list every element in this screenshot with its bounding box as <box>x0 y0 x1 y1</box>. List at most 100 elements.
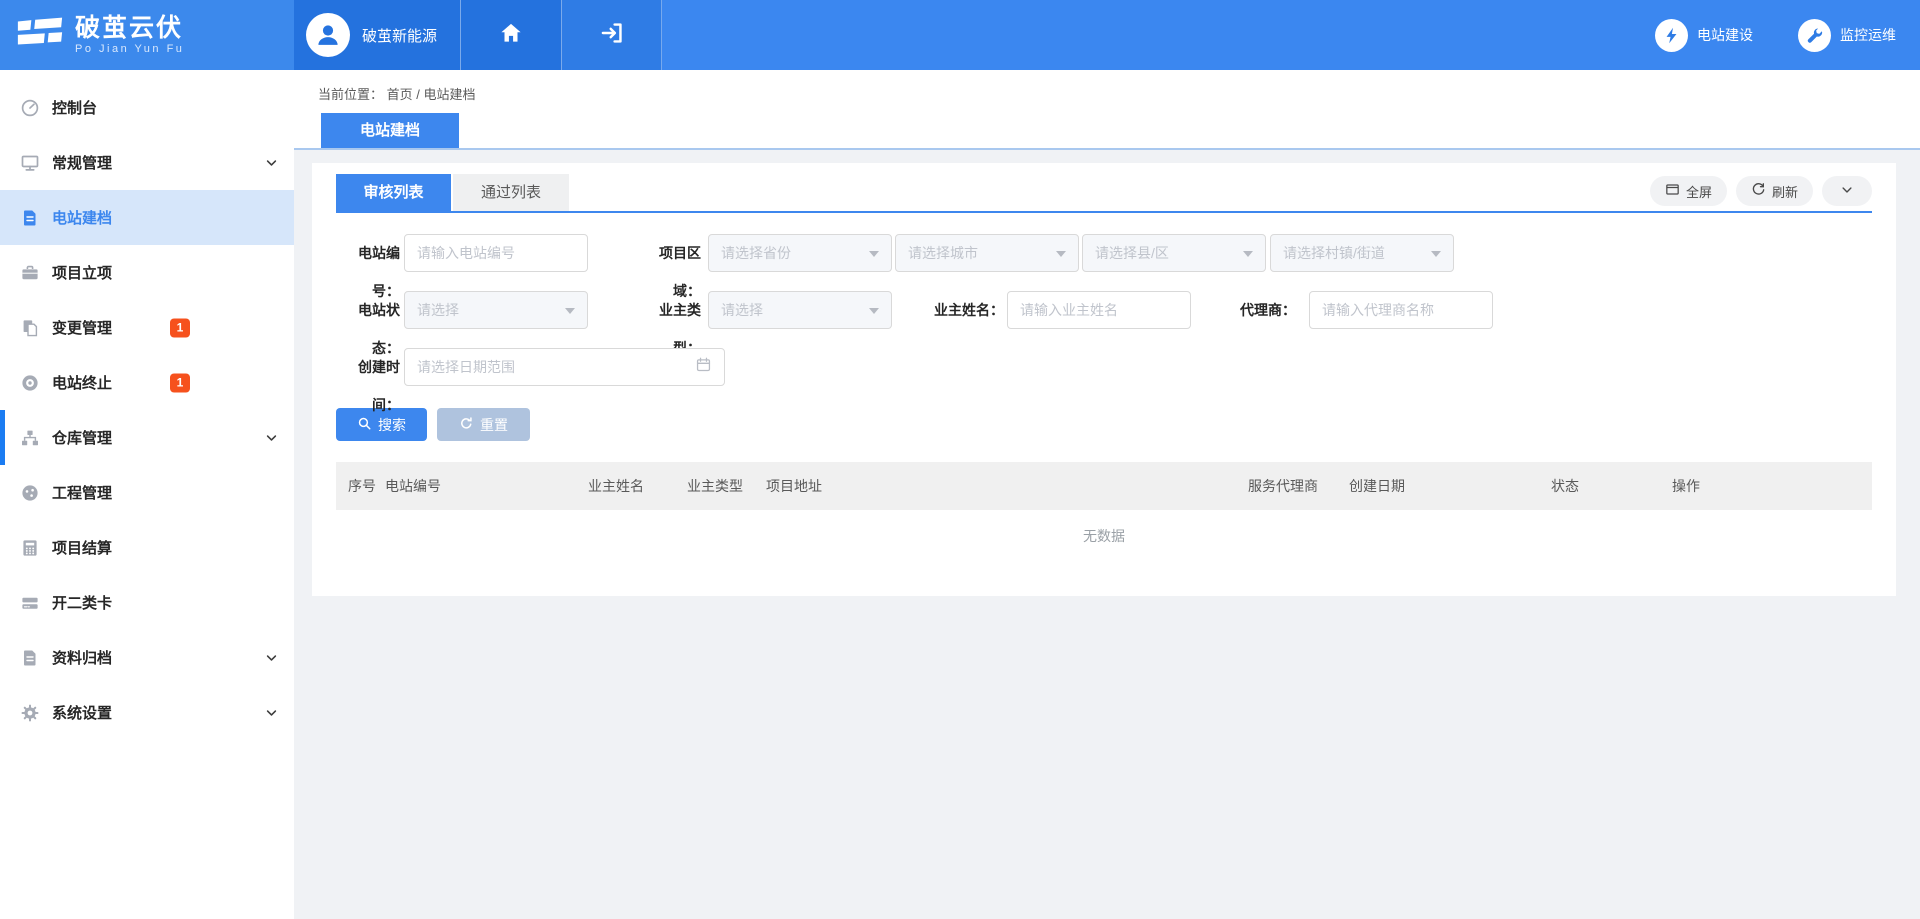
reset-button[interactable]: 重置 <box>437 408 530 441</box>
filter-row-2: 电站状态： 请选择 业主类型： 请选择 业主姓名： 代理商： <box>336 291 1872 329</box>
home-button[interactable] <box>460 0 562 70</box>
monitor-icon <box>20 153 40 173</box>
sidebar-item-station-termination[interactable]: 电站终止 1 <box>0 355 294 410</box>
filter-row-3: 创建时间： 请选择日期范围 <box>336 348 1872 386</box>
station-status-select[interactable]: 请选择 <box>404 291 588 329</box>
column-header-create-date: 创建日期 <box>1349 476 1551 496</box>
station-no-label: 电站编号： <box>336 234 400 272</box>
town-select[interactable]: 请选择村镇/街道 <box>1270 234 1454 272</box>
sidebar-item-system-settings[interactable]: 系统设置 <box>0 685 294 740</box>
page-header-strip: 当前位置： 首页 / 电站建档 电站建档 <box>294 70 1920 150</box>
logout-icon <box>599 20 625 51</box>
sidebar-item-station-archive[interactable]: 电站建档 <box>0 190 294 245</box>
sidebar-item-change-management[interactable]: 变更管理 1 <box>0 300 294 355</box>
company-name: 破茧新能源 <box>362 25 437 46</box>
owner-type-select[interactable]: 请选择 <box>708 291 892 329</box>
card-tabs-row: 审核列表 通过列表 全屏 <box>336 174 1872 213</box>
person-icon <box>313 20 343 50</box>
breadcrumb-prefix: 当前位置： <box>318 87 383 102</box>
caret-down-icon <box>565 308 575 314</box>
chevron-down-icon <box>265 156 278 169</box>
record-circle-icon <box>20 373 40 393</box>
chevron-down-icon <box>265 431 278 444</box>
table-header-row: 序号 电站编号 业主姓名 业主类型 项目地址 服务代理商 创建日期 状态 操作 <box>336 462 1872 510</box>
notification-badge: 1 <box>170 373 190 392</box>
owner-name-input[interactable] <box>1007 291 1191 329</box>
sidebar-item-general-management[interactable]: 常规管理 <box>0 135 294 190</box>
tab-review-list[interactable]: 审核列表 <box>336 174 451 211</box>
agent-input[interactable] <box>1309 291 1493 329</box>
fullscreen-button[interactable]: 全屏 <box>1650 176 1727 206</box>
create-time-label: 创建时间： <box>336 348 400 386</box>
calculator-icon <box>20 538 40 558</box>
caret-down-icon <box>1056 251 1066 257</box>
nav-monitoring-ops[interactable]: 监控运维 <box>1798 19 1896 52</box>
sidebar-item-project-settlement[interactable]: 项目结算 <box>0 520 294 575</box>
county-select[interactable]: 请选择县/区 <box>1082 234 1266 272</box>
content-card: 审核列表 通过列表 全屏 <box>312 163 1896 596</box>
column-header-service-agent: 服务代理商 <box>1248 476 1349 496</box>
sidebar-item-engineering-management[interactable]: 工程管理 <box>0 465 294 520</box>
logout-button[interactable] <box>562 0 662 70</box>
brand-logo-icon <box>15 15 65 56</box>
sidebar-item-warehouse-management[interactable]: 仓库管理 <box>0 410 294 465</box>
column-header-actions: 操作 <box>1672 476 1872 496</box>
breadcrumb-separator: / <box>413 87 424 102</box>
archive-document-icon <box>20 648 40 668</box>
sidebar-item-dashboard[interactable]: 控制台 <box>0 80 294 135</box>
wrench-icon <box>1798 19 1831 52</box>
notification-badge: 1 <box>170 318 190 337</box>
station-no-input[interactable] <box>404 234 588 272</box>
gauge-icon <box>20 98 40 118</box>
brand-logo: 破茧云伏 Po Jian Yun Fu <box>0 0 294 70</box>
city-select[interactable]: 请选择城市 <box>895 234 1079 272</box>
breadcrumb: 当前位置： 首页 / 电站建档 <box>294 70 1920 103</box>
card-toolbar: 全屏 刷新 <box>1650 176 1872 206</box>
user-menu[interactable]: 破茧新能源 <box>294 0 460 70</box>
caret-down-icon <box>1243 251 1253 257</box>
avatar <box>306 13 350 57</box>
main-content: 当前位置： 首页 / 电站建档 电站建档 审核列表 通过列表 全屏 <box>294 70 1920 919</box>
sidebar-item-project-initiation[interactable]: 项目立项 <box>0 245 294 300</box>
page-tab-station-archive[interactable]: 电站建档 <box>321 113 459 148</box>
column-header-owner-type: 业主类型 <box>687 476 766 496</box>
reset-icon <box>459 416 474 434</box>
empty-state-text: 无数据 <box>336 510 1872 556</box>
briefcase-icon <box>20 263 40 283</box>
date-range-picker[interactable]: 请选择日期范围 <box>404 348 725 386</box>
active-scroll-indicator <box>0 410 5 465</box>
collapse-button[interactable] <box>1822 176 1872 206</box>
chevron-down-icon <box>265 651 278 664</box>
column-header-index: 序号 <box>348 476 385 496</box>
column-header-status: 状态 <box>1551 476 1672 496</box>
refresh-button[interactable]: 刷新 <box>1736 176 1813 206</box>
app-header: 破茧云伏 Po Jian Yun Fu 破茧新能源 <box>0 0 1920 70</box>
column-header-station-no: 电站编号 <box>385 476 588 496</box>
caret-down-icon <box>1431 251 1441 257</box>
brand-subtitle: Po Jian Yun Fu <box>75 43 184 55</box>
nav-station-construction[interactable]: 电站建设 <box>1655 19 1753 52</box>
station-status-label: 电站状态： <box>336 291 400 329</box>
home-icon <box>498 20 524 51</box>
chevron-down-icon <box>265 706 278 719</box>
header-right-nav: 电站建设 监控运维 <box>662 0 1920 70</box>
filter-row-1: 电站编号： 项目区域： 请选择省份 请选择城市 请选择县/区 请选择村镇/街道 <box>336 234 1872 272</box>
column-header-owner-name: 业主姓名 <box>588 476 687 496</box>
calendar-icon <box>695 356 712 378</box>
copy-pages-icon <box>20 318 40 338</box>
breadcrumb-home-link[interactable]: 首页 <box>387 87 413 102</box>
search-icon <box>357 416 372 434</box>
document-icon <box>20 208 40 228</box>
brand-title: 破茧云伏 <box>75 15 184 41</box>
bank-card-icon <box>20 593 40 613</box>
dashboard-dots-icon <box>20 483 40 503</box>
region-label: 项目区域： <box>635 234 701 272</box>
tab-approved-list[interactable]: 通过列表 <box>453 174 569 211</box>
owner-type-label: 业主类型： <box>635 291 701 329</box>
sidebar-item-type2-card[interactable]: 开二类卡 <box>0 575 294 630</box>
refresh-icon <box>1751 182 1766 200</box>
caret-down-icon <box>869 251 879 257</box>
nav-monitoring-ops-label: 监控运维 <box>1840 25 1896 45</box>
province-select[interactable]: 请选择省份 <box>708 234 892 272</box>
sidebar-item-data-archive[interactable]: 资料归档 <box>0 630 294 685</box>
